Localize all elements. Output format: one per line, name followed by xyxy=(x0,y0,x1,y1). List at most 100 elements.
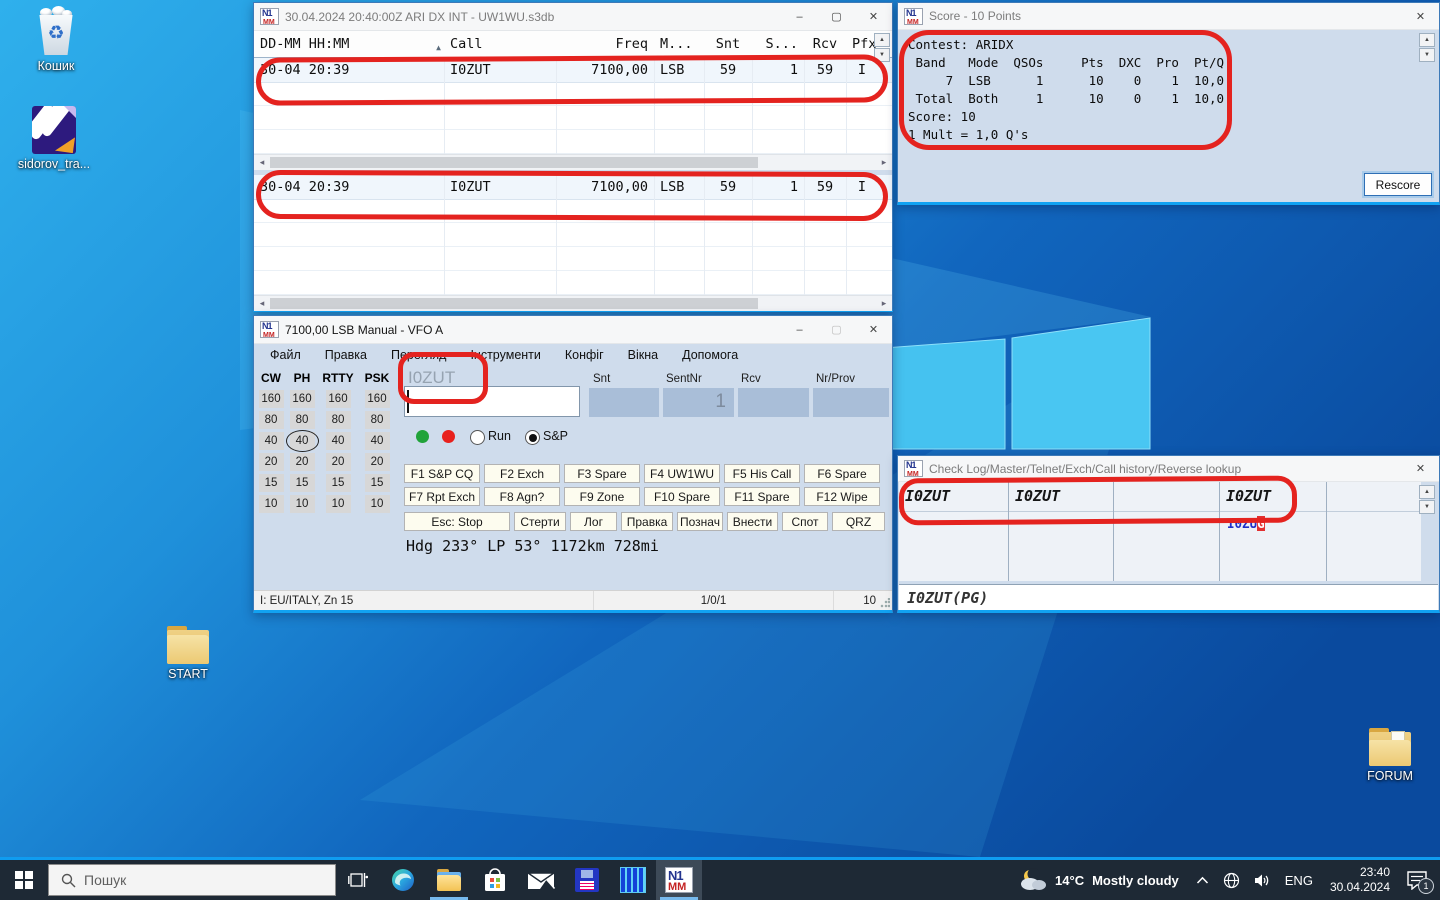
taskbar-n1mm-button[interactable]: N1 MM xyxy=(656,860,702,900)
band-button-PH-10[interactable]: 10 xyxy=(290,495,315,513)
taskbar-clock[interactable]: 23:40 30.04.2024 xyxy=(1320,865,1400,895)
taskbar-mail-button[interactable] xyxy=(518,860,564,900)
taskbar-weather-widget[interactable]: 14°C Mostly cloudy xyxy=(1007,860,1189,900)
band-button-PSK-40[interactable]: 40 xyxy=(365,432,390,450)
fkey-button-1[interactable]: F2 Exch xyxy=(484,464,560,483)
fkey-button-2[interactable]: F3 Spare xyxy=(564,464,640,483)
scroll-left-icon[interactable]: ◂ xyxy=(254,157,270,168)
resize-grip[interactable] xyxy=(880,598,890,608)
log-row-qso[interactable]: 30-04 20:39 I0ZUT 7100,00 LSB 59 1 59 I xyxy=(254,58,892,83)
menu-item-1[interactable]: Правка xyxy=(313,348,379,362)
action-center-button[interactable]: 1 xyxy=(1400,860,1440,900)
col-header-snt[interactable]: Snt xyxy=(704,36,752,52)
run-radio[interactable] xyxy=(470,430,485,445)
recycle-bin-shortcut[interactable]: ♻ Кошик xyxy=(16,6,96,73)
check-col-master[interactable]: I0ZUT xyxy=(1009,482,1114,581)
taskbar-explorer-button[interactable] xyxy=(426,860,472,900)
band-button-PH-80[interactable]: 80 xyxy=(290,411,315,429)
score-window-titlebar[interactable]: N1MM Score - 10 Points ✕ xyxy=(898,3,1439,30)
log-scroll-spinner[interactable]: ▲▼ xyxy=(874,33,890,62)
menu-item-3[interactable]: Інструменти xyxy=(458,348,552,362)
fkey-button-10[interactable]: F11 Spare xyxy=(724,487,800,506)
band-button-PSK-80[interactable]: 80 xyxy=(365,411,390,429)
fkey-button-3[interactable]: F4 UW1WU xyxy=(644,464,720,483)
action-button-5[interactable]: Внести xyxy=(727,512,778,531)
band-button-CW-40[interactable]: 40 xyxy=(259,432,284,450)
fkey-button-8[interactable]: F9 Zone xyxy=(564,487,640,506)
tray-expand-button[interactable] xyxy=(1189,860,1216,900)
col-header-time[interactable]: DD-MM HH:MM ▲ xyxy=(254,36,444,52)
minimize-icon[interactable]: – xyxy=(781,3,818,30)
band-button-RTTY-40[interactable]: 40 xyxy=(326,432,351,450)
fkey-button-6[interactable]: F7 Rpt Exch xyxy=(404,487,480,506)
action-button-4[interactable]: Познач xyxy=(677,512,723,531)
band-button-RTTY-15[interactable]: 15 xyxy=(326,474,351,492)
band-button-CW-20[interactable]: 20 xyxy=(259,453,284,471)
check-col-log[interactable]: I0ZUT xyxy=(899,482,1009,581)
band-button-PH-40[interactable]: 40 xyxy=(290,432,315,450)
fkey-button-5[interactable]: F6 Spare xyxy=(804,464,880,483)
col-header-freq[interactable]: Freq xyxy=(556,36,654,52)
scrollbar-thumb[interactable] xyxy=(270,298,758,309)
band-button-CW-15[interactable]: 15 xyxy=(259,474,284,492)
fkey-button-9[interactable]: F10 Spare xyxy=(644,487,720,506)
band-button-PSK-10[interactable]: 10 xyxy=(365,495,390,513)
fkey-button-4[interactable]: F5 His Call xyxy=(724,464,800,483)
task-view-button[interactable] xyxy=(336,860,380,900)
maximize-icon[interactable]: ▢ xyxy=(818,316,855,343)
taskbar-backup-button[interactable] xyxy=(564,860,610,900)
menu-item-0[interactable]: Файл xyxy=(258,348,313,362)
snt-field[interactable] xyxy=(589,388,659,417)
maximize-icon[interactable]: ▢ xyxy=(818,3,855,30)
taskbar-archive-button[interactable] xyxy=(610,860,656,900)
taskbar-store-button[interactable] xyxy=(472,860,518,900)
action-button-3[interactable]: Правка xyxy=(621,512,673,531)
close-icon[interactable]: ✕ xyxy=(855,316,892,343)
col-header-sentnr[interactable]: S... xyxy=(752,36,804,52)
forum-folder-shortcut[interactable]: FORUM xyxy=(1348,728,1432,783)
log-column-headers[interactable]: DD-MM HH:MM ▲ Call Freq M... Snt S... Rc… xyxy=(254,31,892,58)
menu-item-4[interactable]: Конфіг xyxy=(553,348,616,362)
band-button-PH-20[interactable]: 20 xyxy=(290,453,315,471)
fkey-button-0[interactable]: F1 S&P CQ xyxy=(404,464,480,483)
band-button-RTTY-80[interactable]: 80 xyxy=(326,411,351,429)
volume-tray-button[interactable] xyxy=(1247,860,1278,900)
action-button-1[interactable]: Стерти xyxy=(514,512,566,531)
close-icon[interactable]: ✕ xyxy=(855,3,892,30)
score-scroll-spinner[interactable]: ▲▼ xyxy=(1419,33,1435,62)
sidorov-file-shortcut[interactable]: sidorov_tra... xyxy=(10,106,98,171)
rcv-field[interactable] xyxy=(738,388,809,417)
taskbar-search[interactable]: Пошук xyxy=(48,864,336,896)
network-tray-button[interactable] xyxy=(1216,860,1247,900)
col-header-rcv[interactable]: Rcv xyxy=(804,36,846,52)
action-button-0[interactable]: Esc: Stop xyxy=(404,512,510,531)
check-col-telnet[interactable] xyxy=(1114,482,1220,581)
fkey-button-11[interactable]: F12 Wipe xyxy=(804,487,880,506)
col-header-call[interactable]: Call xyxy=(444,36,556,52)
minimize-icon[interactable]: – xyxy=(781,316,818,343)
band-button-RTTY-160[interactable]: 160 xyxy=(326,390,351,408)
band-button-PSK-20[interactable]: 20 xyxy=(365,453,390,471)
rescore-button[interactable]: Rescore xyxy=(1364,173,1432,196)
menu-item-6[interactable]: Допомога xyxy=(670,348,750,362)
check-scroll-spinner[interactable]: ▲▼ xyxy=(1419,485,1435,514)
band-button-CW-160[interactable]: 160 xyxy=(259,390,284,408)
sentnr-field[interactable]: 1 xyxy=(663,388,734,417)
horizontal-scrollbar[interactable]: ◂ ▸ xyxy=(254,295,892,311)
band-button-CW-80[interactable]: 80 xyxy=(259,411,284,429)
check-col-history[interactable]: I0ZUT I0ZUG xyxy=(1220,482,1327,581)
taskbar-edge-button[interactable] xyxy=(380,860,426,900)
band-button-RTTY-20[interactable]: 20 xyxy=(326,453,351,471)
scroll-right-icon[interactable]: ▸ xyxy=(876,298,892,309)
check-col-reverse[interactable] xyxy=(1327,482,1421,581)
close-icon[interactable]: ✕ xyxy=(1402,3,1439,29)
col-header-mode[interactable]: M... xyxy=(654,36,704,52)
scroll-left-icon[interactable]: ◂ xyxy=(254,298,270,309)
entry-window-titlebar[interactable]: N1MM 7100,00 LSB Manual - VFO A – ▢ ✕ xyxy=(254,316,892,344)
nrprov-field[interactable] xyxy=(813,388,889,417)
start-button[interactable] xyxy=(0,860,48,900)
language-indicator[interactable]: ENG xyxy=(1278,860,1320,900)
horizontal-scrollbar[interactable]: ◂ ▸ xyxy=(254,154,892,170)
scroll-right-icon[interactable]: ▸ xyxy=(876,157,892,168)
band-button-PSK-160[interactable]: 160 xyxy=(365,390,390,408)
